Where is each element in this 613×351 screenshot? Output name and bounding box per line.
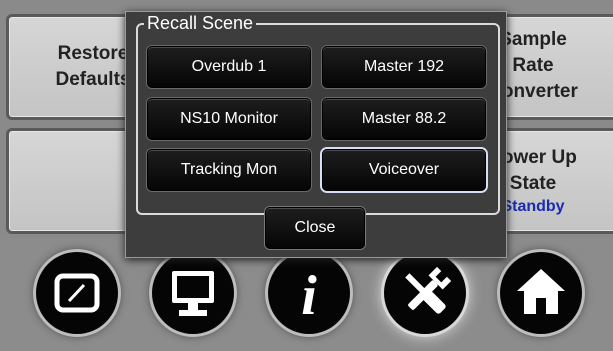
tools-nav-button[interactable] <box>384 252 466 334</box>
scene-button-master-88-2[interactable]: Master 88.2 <box>322 98 486 140</box>
close-button[interactable]: Close <box>265 207 365 249</box>
scene-button-voiceover[interactable]: Voiceover <box>322 149 486 191</box>
screen: Restore Defaults Sample Rate Converter P… <box>0 0 613 351</box>
scene-button-ns10-monitor[interactable]: NS10 Monitor <box>147 98 311 140</box>
gauge-icon <box>54 273 100 313</box>
info-nav-button[interactable]: i <box>268 252 350 334</box>
tools-icon <box>405 266 452 314</box>
monitor-nav-button[interactable] <box>152 252 234 334</box>
recall-scene-dialog: Recall Scene Overdub 1 Master 192 NS10 M… <box>125 11 507 258</box>
recall-scene-group: Recall Scene Overdub 1 Master 192 NS10 M… <box>136 12 500 215</box>
svg-text:i: i <box>301 265 317 327</box>
monitor-icon <box>172 271 214 316</box>
info-icon: i <box>301 265 317 327</box>
dialog-title: Recall Scene <box>144 12 257 34</box>
scene-button-master-192[interactable]: Master 192 <box>322 46 486 88</box>
home-nav-button[interactable] <box>500 252 582 334</box>
home-icon <box>517 269 565 314</box>
meter-nav-button[interactable] <box>36 252 118 334</box>
scene-button-tracking-mon[interactable]: Tracking Mon <box>147 149 311 191</box>
scene-button-overdub-1[interactable]: Overdub 1 <box>147 46 311 88</box>
